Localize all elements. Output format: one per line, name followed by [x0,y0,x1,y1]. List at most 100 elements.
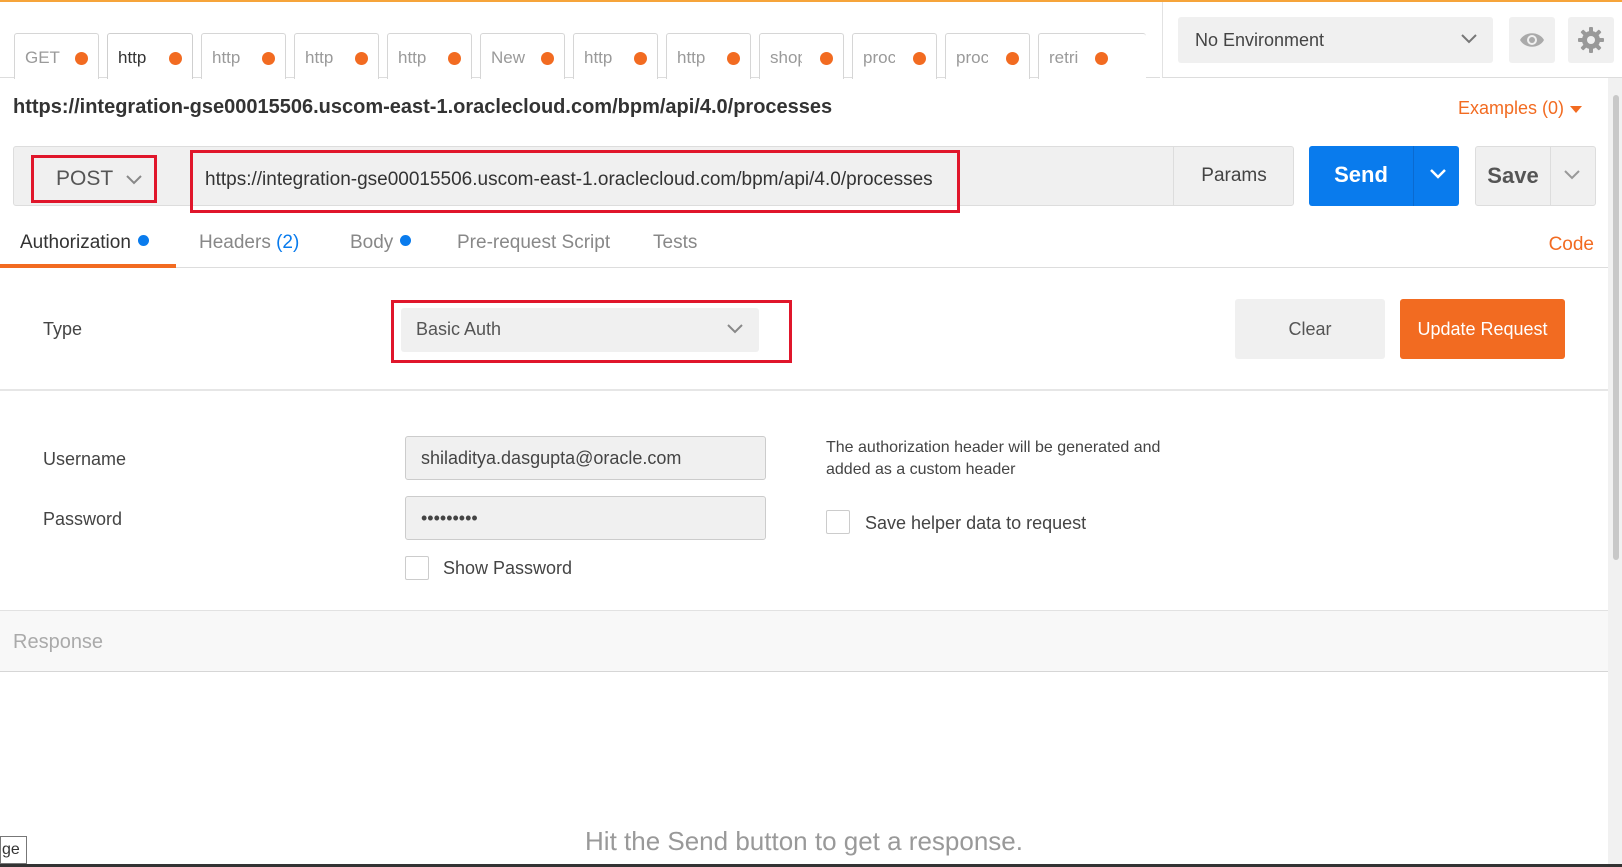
username-value: shiladitya.dasgupta@oracle.com [421,448,682,468]
tab-label: New [491,48,526,67]
request-tab[interactable]: http [573,33,658,79]
tab-label: Body [350,232,394,253]
request-tab-active[interactable]: http [107,33,193,79]
update-request-button[interactable]: Update Request [1400,299,1565,359]
password-value: ••••••••• [421,508,478,528]
request-tab[interactable]: GET [14,33,99,79]
settings-button[interactable] [1568,17,1614,63]
chevron-down-icon [1459,29,1479,54]
unsaved-dot-icon [1006,52,1019,65]
tab-body[interactable]: Body [350,232,412,254]
unsaved-dot-icon [634,52,647,65]
tab-label: http [398,48,427,67]
chevron-down-icon[interactable] [1560,163,1584,192]
tab-authorization[interactable]: Authorization [20,232,149,254]
headers-count: (2) [276,232,300,253]
caret-down-icon [1570,105,1582,113]
request-tab[interactable]: proc [852,33,937,79]
unsaved-dot-icon [1095,52,1108,65]
save-split-divider [1550,147,1551,205]
request-tab[interactable]: proc [945,33,1030,79]
auth-type-label: Type [43,319,83,339]
url-input[interactable]: https://integration-gse00015506.uscom-ea… [190,150,960,213]
chevron-down-icon [124,170,144,195]
password-label: Password [43,509,123,529]
tooltip: ge [0,836,27,864]
eye-icon-button[interactable] [1509,17,1555,63]
save-helper-checkbox[interactable] [826,510,850,534]
unsaved-dot-icon [448,52,461,65]
chevron-down-icon [725,319,745,344]
password-field[interactable]: ••••••••• [405,496,766,540]
show-password-label: Show Password [443,558,573,578]
clear-button[interactable]: Clear [1235,299,1385,359]
method-value: POST [56,167,114,190]
tab-label: http [677,48,706,67]
unsaved-dot-icon [820,52,833,65]
request-tab[interactable]: http [666,33,751,79]
response-label: Response [13,631,104,653]
request-tab[interactable]: http [294,33,379,79]
username-field[interactable]: shiladitya.dasgupta@oracle.com [405,436,766,480]
unsaved-dot-icon [541,52,554,65]
show-password-checkbox[interactable] [405,556,429,580]
modified-dot-icon [400,235,412,247]
code-link[interactable]: Code [1549,234,1594,256]
send-button[interactable]: Send [1309,146,1459,206]
save-label: Save [1487,163,1539,188]
active-tab-indicator [0,264,176,268]
url-input-value: https://integration-gse00015506.uscom-ea… [205,169,933,190]
tab-label: Pre-request Script [457,232,611,253]
tab-label: http [584,48,613,67]
unsaved-dot-icon [169,52,182,65]
tab-label: Tests [653,232,698,253]
examples-dropdown[interactable]: Examples (0) [1458,98,1582,119]
scrollbar-thumb[interactable] [1613,95,1619,560]
save-helper-label: Save helper data to request [865,513,1087,533]
method-select[interactable]: POST [31,155,157,203]
auth-type-value: Basic Auth [416,319,502,339]
save-button[interactable]: Save [1475,146,1596,206]
modified-dot-icon [137,235,149,247]
unsaved-dot-icon [913,52,926,65]
tab-tests[interactable]: Tests [653,232,697,254]
tab-headers[interactable]: Headers (2) [199,232,299,254]
tab-label: retri [1049,48,1079,67]
environment-select-value: No Environment [1195,30,1325,50]
tab-label: proc [863,48,895,67]
unsaved-dot-icon [75,52,88,65]
unsaved-dot-icon [355,52,368,65]
examples-label: Examples (0) [1457,98,1564,118]
request-tab[interactable]: retri [1038,33,1146,79]
username-label: Username [43,449,127,469]
request-tab[interactable]: http [201,33,286,79]
auth-type-select[interactable]: Basic Auth [401,308,759,352]
request-title[interactable]: https://integration-gse00015506.uscom-ea… [13,96,832,119]
environment-select[interactable]: No Environment [1178,17,1493,63]
unsaved-dot-icon [727,52,740,65]
response-empty-hint: Hit the Send button to get a response. [585,826,1023,856]
tab-label: Headers [199,232,271,253]
tab-label: proc [956,48,988,67]
section-divider [0,389,1608,391]
request-tab[interactable]: shop [759,33,844,79]
tab-label: http [118,48,147,67]
chevron-down-icon[interactable] [1426,162,1450,191]
tab-label: Authorization [20,232,131,253]
tab-label: http [305,48,334,67]
tab-label: http [212,48,241,67]
unsaved-dot-icon [262,52,275,65]
auth-helper-text: The authorization header will be generat… [826,439,1161,478]
tab-label: shop [770,48,802,67]
request-tab[interactable]: New [480,33,565,79]
tab-pre-request-script[interactable]: Pre-request Script [457,232,610,254]
send-split-divider [1413,146,1414,206]
environment-area: No Environment [1162,2,1622,78]
response-header: Response [0,610,1608,672]
request-subtabs: Authorization Headers (2) Body Pre-reque… [0,222,1622,268]
request-tab-bar: GET http http http http New http http sh… [0,2,1160,79]
send-label: Send [1334,162,1388,187]
tab-label: GET [25,48,60,67]
params-button[interactable]: Params [1174,147,1294,205]
request-tab[interactable]: http [387,33,472,79]
